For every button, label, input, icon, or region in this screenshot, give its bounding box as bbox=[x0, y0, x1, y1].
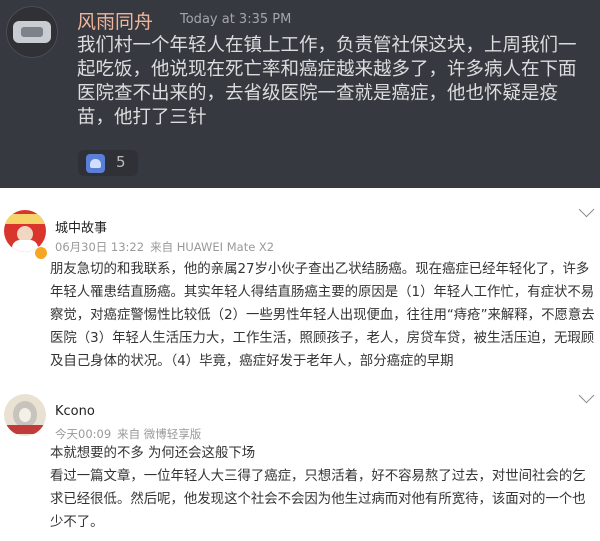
chevron-down-icon[interactable] bbox=[578, 387, 595, 404]
commenter-name[interactable]: 城中故事 bbox=[55, 217, 107, 236]
comment-text: 本就想要的不多 为何还会这般下场 看过一篇文章，一位年轻人大三得了癌症，只想活着… bbox=[50, 442, 598, 534]
avatar-banner bbox=[4, 214, 46, 224]
reaction-button[interactable]: 5 bbox=[78, 150, 138, 176]
emoji-reaction-icon bbox=[86, 154, 105, 173]
comment-body: 朋友急切的和我联系，他的亲属27岁小伙子查出乙状结肠癌。现在癌症已经年轻化了，许… bbox=[50, 262, 595, 369]
comment-source: 来自 HUAWEI Mate X2 bbox=[150, 240, 275, 254]
message-text: 我们村一个年轻人在镇上工作，负责管社保这块，上周我们一起吃饭，他说现在死亡率和癌… bbox=[77, 35, 577, 128]
comment-first-line: 本就想要的不多 为何还会这般下场 bbox=[50, 446, 256, 461]
commenter-avatar[interactable] bbox=[4, 394, 46, 436]
comment-text: 朋友急切的和我联系，他的亲属27岁小伙子查出乙状结肠癌。现在癌症已经年轻化了，许… bbox=[50, 258, 598, 373]
avatar-tag bbox=[6, 425, 44, 434]
avatar-bird-detail bbox=[19, 408, 31, 422]
comment-date: 06月30日 13:22 bbox=[55, 240, 145, 254]
username[interactable]: 风雨同舟 bbox=[77, 7, 153, 34]
comment-meta: 06月30日 13:22 来自 HUAWEI Mate X2 bbox=[55, 239, 280, 255]
chevron-down-icon[interactable] bbox=[578, 201, 595, 218]
avatar-image-detail bbox=[21, 27, 43, 37]
comment-body: 看过一篇文章，一位年轻人大三得了癌症，只想活着，好不容易熬了过去，对世间社会的乞… bbox=[50, 469, 586, 530]
verified-badge-icon bbox=[34, 246, 48, 260]
user-avatar[interactable] bbox=[6, 6, 58, 58]
commenter-name[interactable]: Kcono bbox=[55, 404, 95, 419]
message-timestamp: Today at 3:35 PM bbox=[180, 12, 292, 27]
comment-date: 今天00:09 bbox=[55, 427, 112, 441]
comment-meta: 今天00:09 来自 微博轻享版 bbox=[55, 426, 207, 442]
comment-source: 来自 微博轻享版 bbox=[117, 427, 202, 441]
reaction-count: 5 bbox=[116, 153, 126, 171]
chat-message-block: 风雨同舟 Today at 3:35 PM 我们村一个年轻人在镇上工作，负责管社… bbox=[0, 0, 600, 188]
